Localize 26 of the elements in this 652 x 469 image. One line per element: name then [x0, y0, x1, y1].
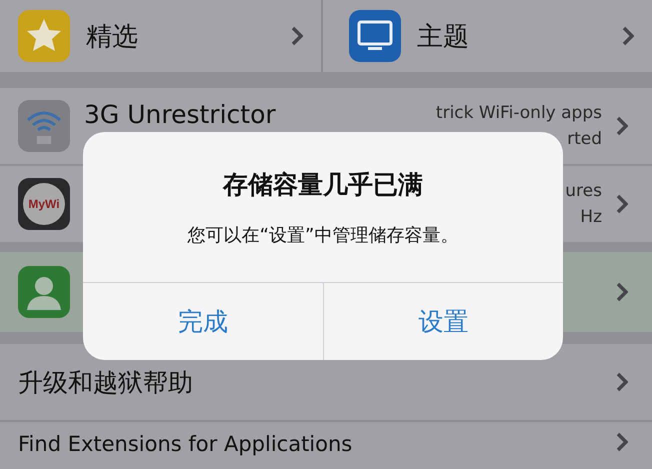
alert-button[interactable]: 设置	[322, 283, 563, 360]
package-description: rted	[567, 129, 602, 149]
chevron-icon	[616, 432, 628, 452]
category-item[interactable]: 精选	[0, 0, 321, 72]
package-description: Hz	[580, 207, 602, 227]
chevron-icon	[616, 194, 628, 214]
menu-label: Find Extensions for Applications	[18, 432, 354, 458]
category-item[interactable]: 主题	[321, 0, 652, 72]
category-label: 主题	[417, 20, 470, 54]
chevron-icon	[291, 26, 303, 46]
menu-row[interactable]: Find Extensions for Applications	[0, 422, 652, 469]
package-title: 3G Unrestrictor	[84, 100, 276, 129]
package-description: ures	[565, 181, 602, 201]
monitor-icon	[349, 10, 401, 62]
chevron-icon	[616, 282, 628, 302]
person-icon	[18, 266, 70, 318]
alert-message: 您可以在“设置”中管理储存容量。	[188, 224, 458, 247]
package-description: trick WiFi-only apps	[436, 103, 602, 123]
menu-label: 升级和越狱帮助	[18, 366, 194, 398]
chevron-icon	[616, 372, 628, 392]
chevron-icon	[616, 116, 628, 136]
chevron-icon	[622, 26, 634, 46]
alert-title: 存储容量几乎已满	[223, 169, 423, 201]
category-label: 精选	[86, 20, 139, 54]
app-icon: MyWi	[18, 178, 70, 230]
wifi-icon	[18, 100, 70, 152]
